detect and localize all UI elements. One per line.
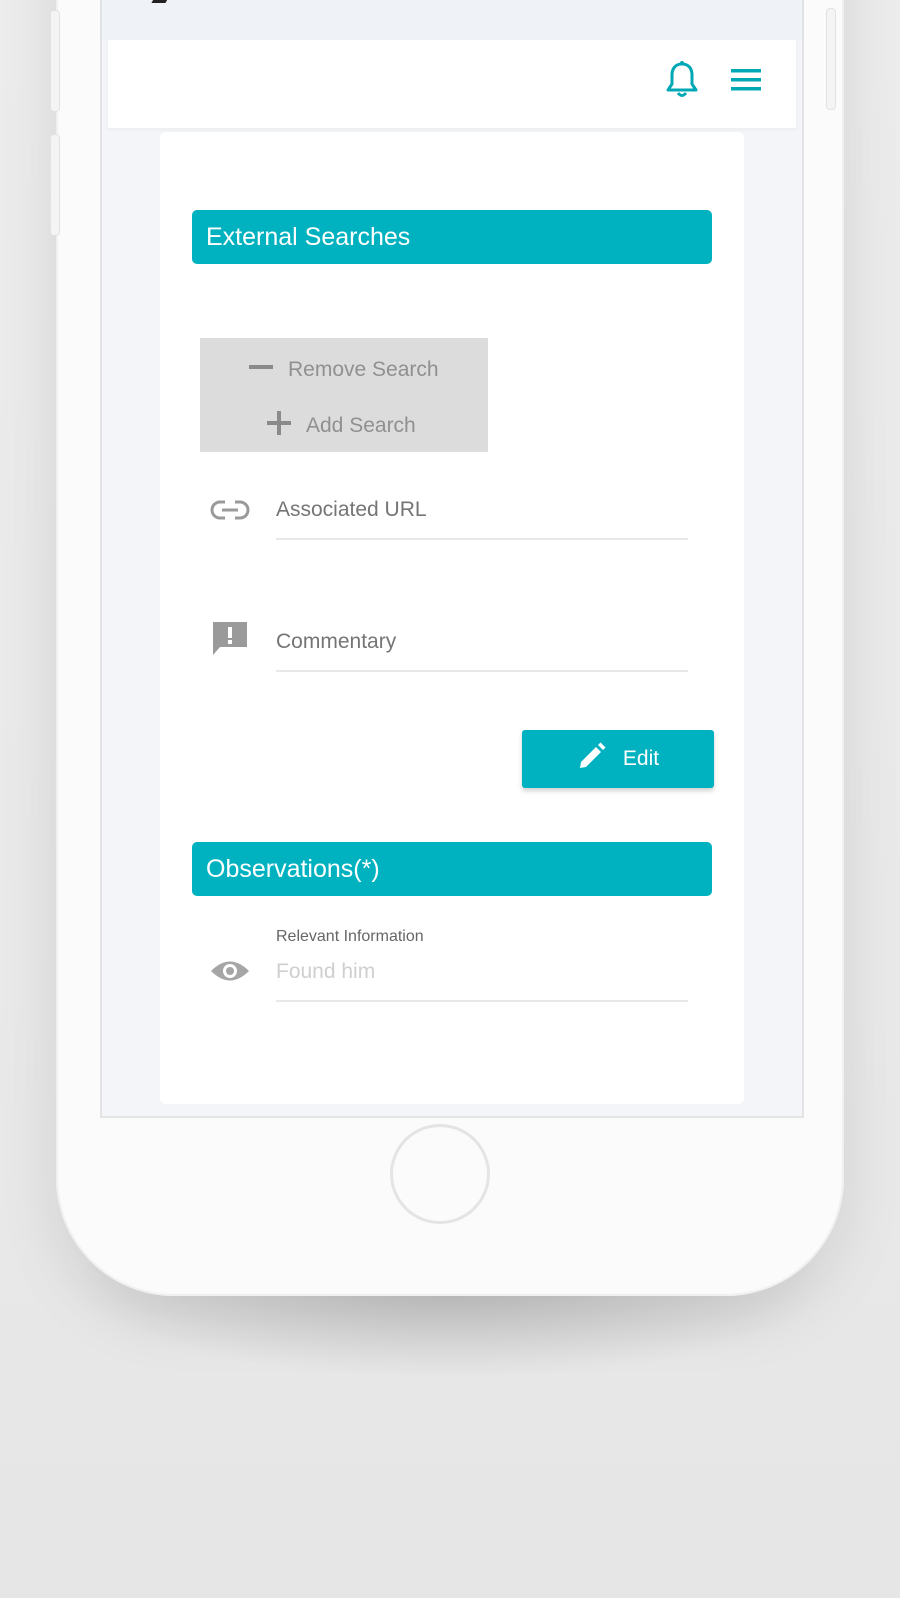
home-button[interactable] bbox=[390, 1124, 490, 1224]
edit-button[interactable]: Edit bbox=[522, 730, 714, 788]
back-arrow-icon[interactable] bbox=[151, 0, 171, 3]
link-icon bbox=[210, 498, 250, 527]
minus-icon bbox=[248, 354, 274, 386]
bell-icon[interactable] bbox=[666, 60, 698, 105]
relevant-information-underline bbox=[276, 1000, 688, 1002]
add-search-label: Add Search bbox=[306, 414, 416, 437]
associated-url-field[interactable]: Associated URL bbox=[192, 488, 712, 558]
form-card: External Searches Remove Search Add Sear… bbox=[160, 132, 744, 1104]
commentary-field[interactable]: Commentary bbox=[192, 616, 712, 696]
pencil-icon bbox=[577, 741, 607, 777]
app-bar bbox=[108, 40, 796, 128]
section-header-observations: Observations(*) bbox=[192, 842, 712, 896]
add-search-button[interactable]: Add Search bbox=[266, 410, 416, 442]
eye-icon bbox=[210, 958, 250, 989]
side-button-lower bbox=[50, 134, 60, 236]
status-bar bbox=[102, 0, 802, 40]
commentary-placeholder: Commentary bbox=[276, 630, 397, 653]
side-button-right bbox=[826, 8, 836, 110]
phone-screen: External Searches Remove Search Add Sear… bbox=[100, 0, 804, 1118]
side-button-upper bbox=[50, 10, 60, 112]
menu-icon[interactable] bbox=[730, 68, 762, 99]
relevant-information-label: Relevant Information bbox=[276, 928, 424, 945]
relevant-information-value: Found him bbox=[276, 960, 376, 983]
edit-label: Edit bbox=[622, 747, 660, 770]
remove-search-button[interactable]: Remove Search bbox=[248, 354, 439, 386]
commentary-underline bbox=[276, 670, 688, 672]
section-header-external-searches: External Searches bbox=[192, 210, 712, 264]
associated-url-underline bbox=[276, 538, 688, 540]
plus-icon bbox=[266, 410, 292, 442]
search-actions-panel: Remove Search Add Search bbox=[200, 338, 488, 452]
relevant-information-field[interactable]: Found him bbox=[192, 952, 712, 1022]
remove-search-label: Remove Search bbox=[288, 358, 439, 381]
associated-url-placeholder: Associated URL bbox=[276, 498, 427, 521]
comment-alert-icon bbox=[210, 620, 250, 663]
